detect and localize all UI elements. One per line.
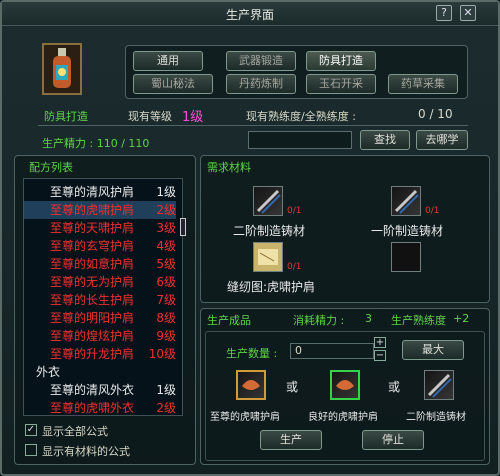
skill-icon <box>42 43 82 95</box>
list-item[interactable]: 至尊的清风护肩 1级 <box>24 183 176 201</box>
show-material-checkbox[interactable] <box>25 444 37 456</box>
recipe-list: 至尊的清风护肩 1级 至尊的虎啸护肩 2级 至尊的天啸护肩 3级 至尊的玄穹护肩 4级 … <box>23 178 183 416</box>
qty-increase-button[interactable]: + <box>374 337 386 348</box>
product-name-3: 二阶制造铸材 <box>406 412 466 423</box>
exp-label: 现有熟练度/全熟练度 : <box>246 110 356 123</box>
produce-button[interactable]: 生产 <box>260 430 322 450</box>
material-count-1: 0/1 <box>287 206 302 216</box>
show-all-checkbox[interactable]: ✓ <box>25 424 37 436</box>
energy-cost-label: 消耗精力 : <box>293 314 345 327</box>
or-label-1: 或 <box>286 380 299 394</box>
product-panel: 生产成品 消耗精力 : 3 生产熟练度 +2 生产数量 : 0 + − 最大 或… <box>200 308 490 465</box>
materials-header: 需求材料 <box>207 161 251 174</box>
recipe-panel: 配方列表 至尊的清风护肩 1级 至尊的虎啸护肩 2级 至尊的天啸护肩 3级 至尊的玄穹… <box>14 155 196 465</box>
level-label: 现有等级 <box>128 110 172 123</box>
list-item[interactable]: 至尊的玄穹护肩 4级 <box>24 237 176 255</box>
list-item[interactable]: 至尊的煌炫护肩 9级 <box>24 327 176 345</box>
product-slot-2[interactable] <box>330 370 360 400</box>
window-title: 生产界面 <box>225 8 274 22</box>
scrollbar[interactable] <box>180 218 186 236</box>
stop-button[interactable]: 停止 <box>362 430 424 450</box>
material-slot-3[interactable] <box>253 242 283 272</box>
qty-input[interactable]: 0 <box>290 343 374 359</box>
exp-value: 0 / 10 <box>418 107 453 121</box>
tab-shushan-secret[interactable]: 蜀山秘法 <box>133 74 213 94</box>
list-item[interactable]: 至尊的无为护肩 6级 <box>24 273 176 291</box>
search-input[interactable] <box>248 131 352 149</box>
qty-value: 0 <box>295 344 302 357</box>
production-window: 生产界面 ? ✕ 通用 武器锻造 防具打造 蜀山秘法 丹药炼制 玉石开采 药草采… <box>0 0 500 476</box>
material-name-2: 一阶制造铸材 <box>371 224 444 238</box>
tab-weapon-forging[interactable]: 武器锻造 <box>226 51 296 71</box>
list-item[interactable]: 至尊的长生护肩 7级 <box>24 291 176 309</box>
tab-panel: 通用 武器锻造 防具打造 蜀山秘法 丹药炼制 玉石开采 药草采集 <box>125 45 468 99</box>
material-count-3: 0/1 <box>287 262 302 272</box>
material-slot-2[interactable] <box>391 186 421 216</box>
list-item[interactable]: 至尊的升龙护肩 10级 <box>24 345 176 363</box>
status-divider <box>38 125 468 126</box>
energy-display: 生产精力 : 110 / 110 <box>42 137 150 150</box>
product-name-1: 至尊的虎啸护肩 <box>210 412 280 423</box>
list-item[interactable]: 至尊的清风外衣 1级 <box>24 381 176 399</box>
level-value: 1级 <box>182 110 204 125</box>
material-slot-empty[interactable] <box>391 242 421 272</box>
close-button[interactable]: ✕ <box>460 5 476 21</box>
skill-name: 防具打造 <box>44 110 88 123</box>
list-item[interactable]: 至尊的如意护肩 5级 <box>24 255 176 273</box>
product-exp-value: +2 <box>453 312 470 325</box>
show-all-label: 显示全部公式 <box>42 425 108 438</box>
list-item[interactable]: 至尊的明阳护肩 8级 <box>24 309 176 327</box>
product-header: 生产成品 <box>207 314 251 327</box>
energy-cost-value: 3 <box>365 312 372 325</box>
find-button[interactable]: 查找 <box>360 130 410 150</box>
tab-jade-mining[interactable]: 玉石开采 <box>306 74 376 94</box>
material-slot-1[interactable] <box>253 186 283 216</box>
product-name-2: 良好的虎啸护肩 <box>308 412 378 423</box>
materials-panel: 需求材料 0/1 二阶制造铸材 0/1 一阶制造铸材 0/1 缝纫图:虎啸护肩 <box>200 155 490 303</box>
list-item[interactable]: 至尊的天啸护肩 3级 <box>24 219 176 237</box>
group-header-outerwear[interactable]: 外衣 <box>36 363 60 380</box>
product-inner: 生产数量 : 0 + − 最大 或 或 至尊的虎啸护肩 良好的虎啸护肩 二阶制造… <box>205 331 485 461</box>
product-slot-1[interactable] <box>236 370 266 400</box>
qty-decrease-button[interactable]: − <box>374 350 386 361</box>
where-learn-button[interactable]: 去哪学 <box>416 130 468 150</box>
product-exp-label: 生产熟练度 <box>391 314 446 327</box>
product-slot-3[interactable] <box>424 370 454 400</box>
show-material-label: 显示有材料的公式 <box>42 445 130 458</box>
tab-armor-crafting[interactable]: 防具打造 <box>306 51 376 71</box>
max-button[interactable]: 最大 <box>402 340 464 360</box>
qty-label: 生产数量 : <box>226 347 278 360</box>
help-button[interactable]: ? <box>436 5 452 21</box>
list-item-selected[interactable]: 至尊的虎啸护肩 2级 <box>24 201 176 219</box>
recipe-list-header: 配方列表 <box>29 161 73 174</box>
material-count-2: 0/1 <box>425 206 440 216</box>
tab-alchemy[interactable]: 丹药炼制 <box>226 74 296 94</box>
tab-general[interactable]: 通用 <box>133 51 203 71</box>
or-label-2: 或 <box>388 380 401 394</box>
list-item[interactable]: 至尊的虎啸外衣 2级 <box>24 399 176 415</box>
tab-herb-gathering[interactable]: 药草采集 <box>388 74 458 94</box>
title-bar[interactable]: 生产界面 ? ✕ <box>2 2 498 26</box>
material-name-1: 二阶制造铸材 <box>233 224 306 238</box>
material-name-3: 缝纫图:虎啸护肩 <box>227 280 316 294</box>
